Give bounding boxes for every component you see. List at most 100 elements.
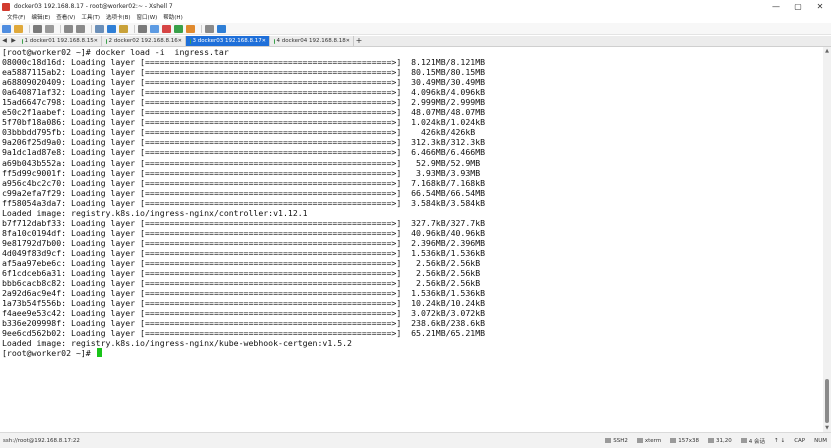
- protocol-label: SSH2: [613, 437, 628, 444]
- connected-status-icon: [106, 38, 107, 44]
- add-tab-button[interactable]: +: [354, 36, 364, 46]
- menu-window[interactable]: 窗口(W): [134, 13, 161, 23]
- scroll-up-arrow-icon[interactable]: ▲: [823, 47, 831, 55]
- find-icon[interactable]: [95, 24, 104, 33]
- toolbar: [0, 23, 831, 35]
- toolbar-divider: [29, 24, 30, 33]
- close-button[interactable]: ✕: [809, 0, 831, 13]
- tab-docker04[interactable]: 4 docker04 192.168.8.18 ✕: [270, 36, 354, 46]
- cursor-position-label: 31,20: [715, 437, 732, 444]
- protocol-icon: [605, 438, 612, 443]
- session-tab-bar: ◀ ▶ 1 docker01 192.168.8.15 ✕ 2 docker02…: [0, 36, 831, 47]
- terminal-line: a956c4bc2c70: Loading layer [===========…: [2, 177, 486, 188]
- terminal-line: af5aa97ebe6c: Loading layer [===========…: [2, 257, 481, 268]
- disconnect-icon[interactable]: [45, 24, 54, 33]
- terminal-line: 9a1dc1ad87e8: Loading layer [===========…: [2, 147, 486, 158]
- toolbar-divider: [91, 24, 92, 33]
- scroll-indicator-icon: ↑: [773, 437, 779, 444]
- close-tab-icon[interactable]: ✕: [94, 38, 98, 44]
- globe-icon[interactable]: [107, 24, 116, 33]
- terminal-line: b336e209998f: Loading layer [===========…: [2, 318, 486, 329]
- menu-view[interactable]: 查看(V): [53, 13, 78, 23]
- open-folder-icon[interactable]: [14, 24, 23, 33]
- toolbar-divider: [201, 24, 202, 33]
- prompt-line[interactable]: [root@worker02 ~]#: [0, 348, 823, 358]
- close-tab-icon[interactable]: ✕: [262, 38, 266, 44]
- tab-scroll-left-icon[interactable]: ◀: [0, 36, 9, 46]
- terminal-line: 08000c18d16d: Loading layer [===========…: [2, 57, 486, 68]
- terminal-line: 03bbbdd795fb: Loading layer [===========…: [2, 127, 476, 138]
- terminal-line: 9a206f25d9a0: Loading layer [===========…: [2, 137, 486, 148]
- window-size-icon: [670, 438, 677, 443]
- terminal-scrollbar[interactable]: ▲ ▼: [823, 47, 831, 432]
- title-bar: docker03 192.168.8.17 - root@worker02:~ …: [0, 0, 831, 13]
- terminal-line: a69b043b552a: Loading layer [===========…: [2, 157, 481, 168]
- terminal-line: c99a2efa7f29: Loading layer [===========…: [2, 187, 486, 198]
- terminal-line: f4aee9e53c42: Loading layer [===========…: [2, 308, 486, 319]
- menu-help[interactable]: 帮助(H): [160, 13, 185, 23]
- tab-label: 1 docker01 192.168.8.15: [24, 38, 94, 44]
- menu-edit[interactable]: 编辑(E): [28, 13, 53, 23]
- terminal-line: 5f70bf18a086: Loading layer [===========…: [2, 117, 486, 128]
- terminal-line: [root@worker02 ~]# docker load -i ingres…: [2, 47, 229, 57]
- terminal-line: Loaded image: registry.k8s.io/ingress-ng…: [2, 338, 352, 349]
- scroll-down-arrow-icon[interactable]: ▼: [823, 424, 831, 432]
- session-count: 4 会话: [748, 438, 765, 445]
- minimize-button[interactable]: —: [765, 0, 787, 13]
- close-tab-icon[interactable]: ✕: [178, 38, 182, 44]
- caps-lock-indicator: CAP: [794, 437, 806, 444]
- terminal-line: 4d049f83d9cf: Loading layer [===========…: [2, 247, 486, 258]
- terminal-cursor: [96, 348, 102, 358]
- menu-tools[interactable]: 工具(T): [78, 13, 103, 23]
- terminal-line: 6f1cdceb6a31: Loading layer [===========…: [2, 268, 481, 279]
- terminal-line: 9ee6cd562b02: Loading layer [===========…: [2, 328, 486, 339]
- lock-icon[interactable]: [138, 24, 147, 33]
- scrollbar-thumb[interactable]: [825, 379, 829, 423]
- tab-label: 4 docker04 192.168.8.18: [276, 38, 346, 44]
- xshell-app-icon: [2, 2, 10, 11]
- keyboard-icon[interactable]: [150, 24, 159, 33]
- window-size-label: 157x38: [678, 437, 699, 444]
- connected-status-icon: [190, 38, 191, 44]
- status-bar: ssh://root@192.168.8.17:22 SSH2 xterm 15…: [0, 432, 831, 448]
- menu-tab[interactable]: 选项卡(B): [103, 13, 134, 23]
- terminal-output[interactable]: [root@worker02 ~]# docker load -i ingres…: [0, 47, 823, 432]
- shell-prompt: [root@worker02 ~]#: [2, 348, 96, 359]
- link-icon[interactable]: [33, 24, 42, 33]
- sessions-icon: [740, 438, 747, 443]
- menu-bar: 文件(F) 编辑(E) 查看(V) 工具(T) 选项卡(B) 窗口(W) 帮助(…: [0, 13, 831, 23]
- terminal-line: 2a92d6ac9e4f: Loading layer [===========…: [2, 288, 486, 299]
- tab-docker03[interactable]: 3 docker03 192.168.8.17 ✕: [186, 36, 270, 46]
- terminal-line: 9e81792d7b00: Loading layer [===========…: [2, 237, 486, 248]
- key-icon[interactable]: [119, 24, 128, 33]
- maximize-button[interactable]: ▢: [787, 0, 809, 13]
- paste-icon[interactable]: [76, 24, 85, 33]
- help-icon[interactable]: [217, 24, 226, 33]
- tab-label: 3 docker03 192.168.8.17: [192, 38, 262, 44]
- tab-docker02[interactable]: 2 docker02 192.168.8.16 ✕: [102, 36, 186, 46]
- close-tab-icon[interactable]: ✕: [346, 38, 350, 44]
- layout-icon[interactable]: [205, 24, 214, 33]
- connected-status-icon: [22, 38, 23, 44]
- tab-scroll-right-icon[interactable]: ▶: [9, 36, 18, 46]
- connection-address: ssh://root@192.168.8.17:22: [3, 437, 80, 444]
- tab-label: 2 docker02 192.168.8.16: [108, 38, 178, 44]
- terminal-line: 1a73b54f556b: Loading layer [===========…: [2, 298, 486, 309]
- xftp-icon[interactable]: [162, 24, 171, 33]
- terminal-line: 15ad6647c798: Loading layer [===========…: [2, 97, 486, 108]
- terminal-line: ea5887115ab2: Loading layer [===========…: [2, 67, 486, 78]
- menu-file[interactable]: 文件(F): [4, 13, 28, 23]
- new-session-icon[interactable]: [2, 24, 11, 33]
- copy-icon[interactable]: [64, 24, 73, 33]
- toolbar-divider: [134, 24, 135, 33]
- terminal-line: 0a640871af32: Loading layer [===========…: [2, 87, 486, 98]
- window-title: docker03 192.168.8.17 - root@worker02:~ …: [14, 3, 173, 10]
- toolbar-divider: [60, 24, 61, 33]
- highlight-icon[interactable]: [186, 24, 195, 33]
- tab-docker01[interactable]: 1 docker01 192.168.8.15 ✕: [18, 36, 102, 46]
- terminal-line: ff58054a3da7: Loading layer [===========…: [2, 197, 486, 208]
- terminal-line: b7f712dabf33: Loading layer [===========…: [2, 217, 486, 228]
- script-icon[interactable]: [174, 24, 183, 33]
- terminal-type-label: xterm: [644, 437, 662, 444]
- scroll-down-indicator-icon: ↓: [780, 437, 786, 444]
